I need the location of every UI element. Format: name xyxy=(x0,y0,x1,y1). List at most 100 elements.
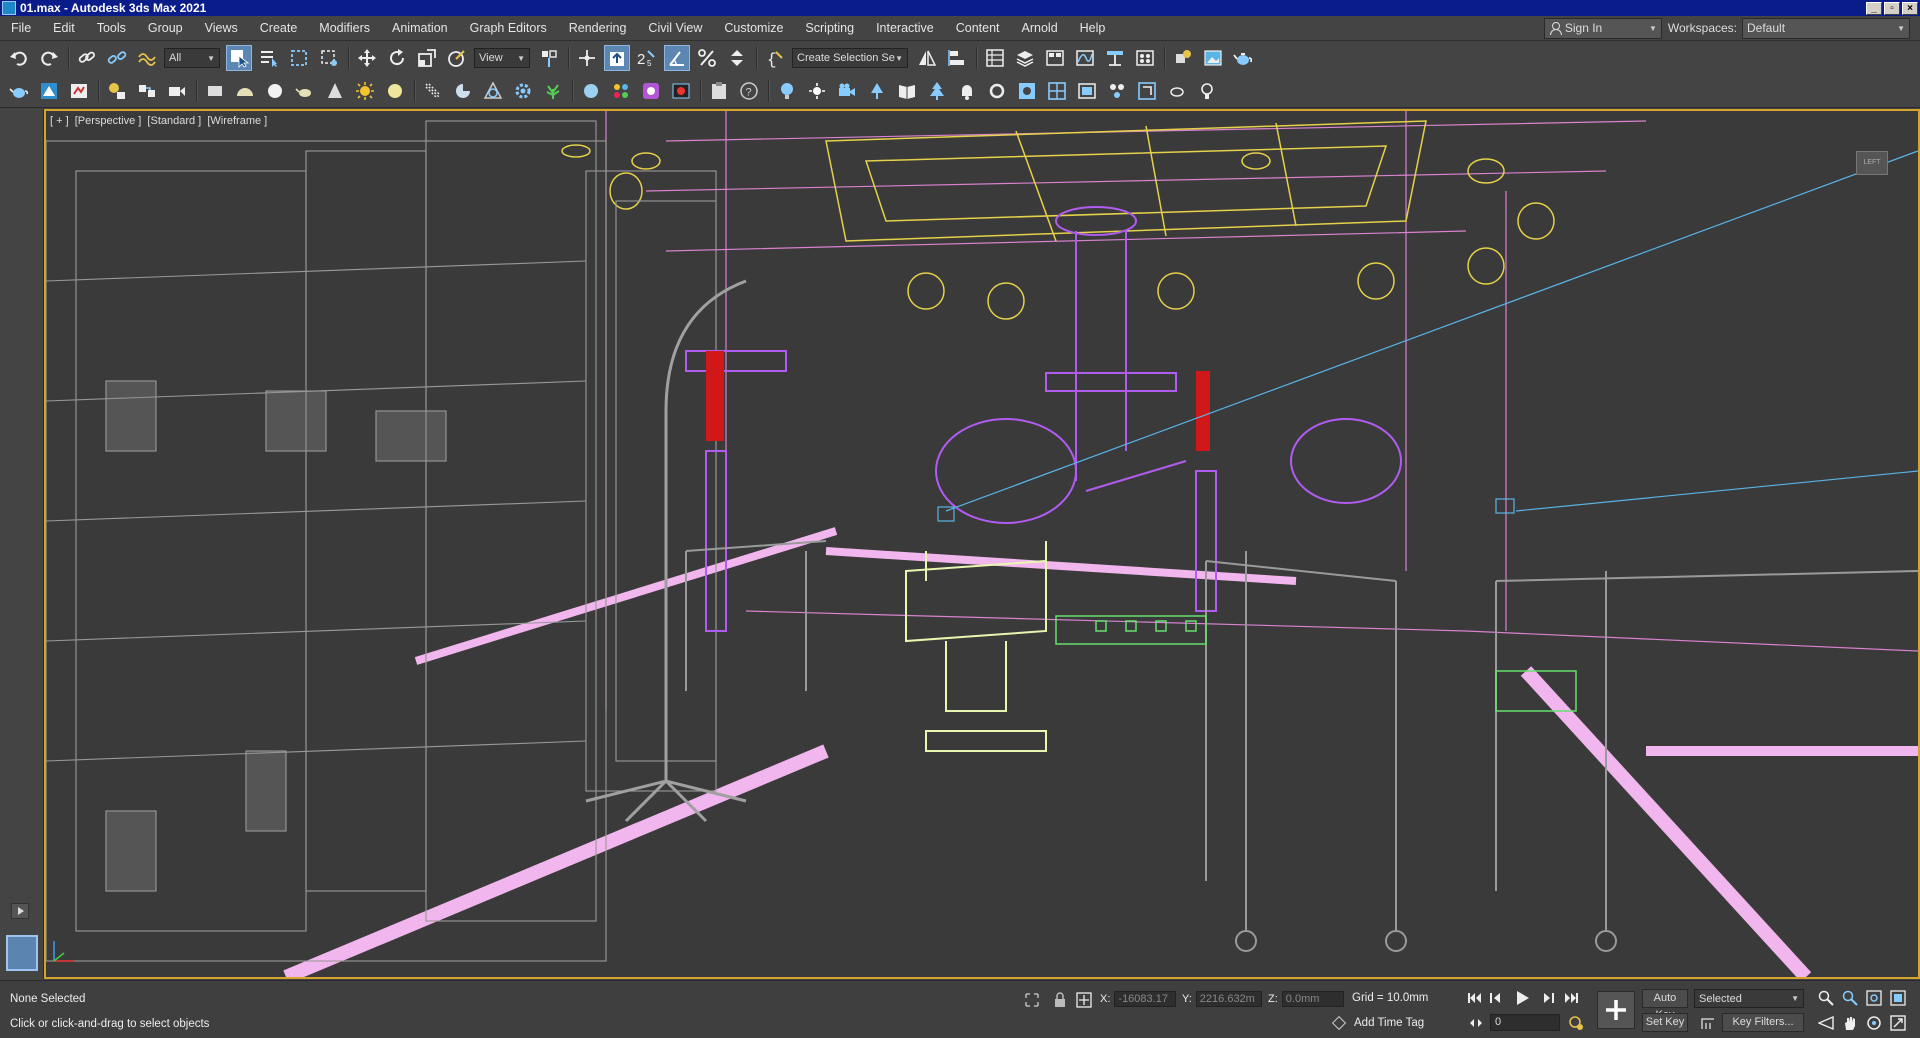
menu-rendering[interactable]: Rendering xyxy=(558,16,638,41)
menu-scripting[interactable]: Scripting xyxy=(794,16,865,41)
material-editor-button[interactable] xyxy=(1132,45,1158,71)
auto-key-button[interactable]: Auto Key xyxy=(1642,989,1688,1021)
tree-button[interactable] xyxy=(864,78,890,104)
viewport-display-label[interactable]: [Wireframe ] xyxy=(207,115,267,127)
selection-filter-dropdown[interactable]: All ▼ xyxy=(164,48,220,68)
align-button[interactable] xyxy=(944,45,970,71)
teapot-render-button[interactable] xyxy=(1164,78,1190,104)
box-primitive-button[interactable] xyxy=(202,78,228,104)
minimize-button[interactable]: _ xyxy=(1866,1,1882,15)
menu-modifiers[interactable]: Modifiers xyxy=(308,16,381,41)
key-mode-toggle[interactable] xyxy=(1468,1015,1484,1031)
material-slate-button[interactable] xyxy=(638,78,664,104)
sphere-primitive-button[interactable] xyxy=(262,78,288,104)
sky-portal-button[interactable] xyxy=(804,78,830,104)
scene-explorer-button[interactable] xyxy=(982,45,1008,71)
y-field[interactable]: 2216.632m xyxy=(1195,991,1262,1007)
pine-tree-button[interactable] xyxy=(924,78,950,104)
menu-content[interactable]: Content xyxy=(945,16,1011,41)
window-crossing-button[interactable] xyxy=(316,45,342,71)
schematic-view-button[interactable] xyxy=(1102,45,1128,71)
safe-frame-button[interactable] xyxy=(1044,78,1070,104)
next-frame-button[interactable] xyxy=(1539,990,1555,1006)
render-environment-button[interactable] xyxy=(36,78,62,104)
container-button[interactable] xyxy=(1134,78,1160,104)
z-field[interactable]: 0.0mm xyxy=(1281,991,1344,1007)
compound-object-button[interactable] xyxy=(480,78,506,104)
book-button[interactable] xyxy=(894,78,920,104)
move-button[interactable] xyxy=(354,45,380,71)
teapot-primitive-button[interactable] xyxy=(292,78,318,104)
close-button[interactable]: × xyxy=(1902,1,1918,15)
asset-tracking-button[interactable] xyxy=(706,78,732,104)
keyboard-shortcut-toggle[interactable] xyxy=(604,45,630,71)
render-production-button[interactable] xyxy=(1230,45,1256,71)
render-frame-button[interactable] xyxy=(668,78,694,104)
refresh-button[interactable] xyxy=(984,78,1010,104)
scale-button[interactable] xyxy=(414,45,440,71)
menu-create[interactable]: Create xyxy=(249,16,309,41)
isolate-selection-icon[interactable] xyxy=(1024,992,1040,1008)
field-of-view-button[interactable] xyxy=(1818,1015,1834,1031)
place-button[interactable] xyxy=(444,45,470,71)
play-button[interactable] xyxy=(1513,988,1533,1008)
link-button[interactable] xyxy=(74,45,100,71)
cloth-button[interactable] xyxy=(450,78,476,104)
image-viewer-button[interactable] xyxy=(1074,78,1100,104)
menu-customize[interactable]: Customize xyxy=(713,16,794,41)
menu-animation[interactable]: Animation xyxy=(381,16,459,41)
select-manipulate-button[interactable] xyxy=(574,45,600,71)
viewport-layout-button[interactable] xyxy=(1014,78,1040,104)
undo-button[interactable] xyxy=(6,45,32,71)
light-lister-button[interactable] xyxy=(104,78,130,104)
perspective-viewport[interactable]: [ + ] [Perspective ] [Standard ] [Wirefr… xyxy=(44,109,1920,979)
key-tangent-button[interactable] xyxy=(1700,1015,1716,1031)
pan-view-button[interactable] xyxy=(1842,1015,1858,1031)
maximize-viewport-button[interactable] xyxy=(1890,1015,1906,1031)
menu-edit[interactable]: Edit xyxy=(42,16,86,41)
angle-snap-button[interactable] xyxy=(664,45,690,71)
lock-icon[interactable] xyxy=(1052,992,1068,1008)
redo-button[interactable] xyxy=(36,45,62,71)
transform-mode-icon[interactable] xyxy=(1076,992,1092,1008)
current-frame-field[interactable]: 0 xyxy=(1490,1014,1560,1031)
render-effects-button[interactable] xyxy=(66,78,92,104)
menu-interactive[interactable]: Interactive xyxy=(865,16,945,41)
particle-system-button[interactable] xyxy=(420,78,446,104)
sun-light-button[interactable] xyxy=(352,78,378,104)
menu-help[interactable]: Help xyxy=(1069,16,1117,41)
menu-tools[interactable]: Tools xyxy=(86,16,137,41)
omni-light-button[interactable] xyxy=(774,78,800,104)
group-button[interactable] xyxy=(1104,78,1130,104)
previous-frame-button[interactable] xyxy=(1489,990,1505,1006)
set-key-big-button[interactable] xyxy=(1597,991,1635,1029)
menu-views[interactable]: Views xyxy=(194,16,249,41)
maximize-button[interactable]: ▫ xyxy=(1884,1,1900,15)
geosphere-button[interactable] xyxy=(578,78,604,104)
viewport-shading-label[interactable]: [Standard ] xyxy=(147,115,201,127)
video-post-button[interactable] xyxy=(834,78,860,104)
scene-converter-button[interactable] xyxy=(134,78,160,104)
percent-snap-button[interactable] xyxy=(694,45,720,71)
mass-fx-button[interactable] xyxy=(510,78,536,104)
toggle-ribbon-button[interactable] xyxy=(1042,45,1068,71)
rendered-frame-window-button[interactable] xyxy=(1200,45,1226,71)
named-selection-set-dropdown[interactable]: Create Selection Se ▼ xyxy=(792,48,908,68)
zoom-button[interactable] xyxy=(1818,990,1834,1006)
go-to-end-button[interactable] xyxy=(1563,990,1579,1006)
pivot-center-button[interactable] xyxy=(536,45,562,71)
teapot-create-button[interactable] xyxy=(6,78,32,104)
edit-named-selection-button[interactable]: { xyxy=(762,45,788,71)
snaps-toggle-button[interactable]: 25 xyxy=(634,45,660,71)
layer-explorer-button[interactable] xyxy=(1012,45,1038,71)
hemisphere-primitive-button[interactable] xyxy=(232,78,258,104)
cone-primitive-button[interactable] xyxy=(322,78,348,104)
viewport-menu-button[interactable]: [ + ] xyxy=(50,115,69,127)
spinner-snap-button[interactable] xyxy=(724,45,750,71)
bind-space-warp-button[interactable] xyxy=(134,45,160,71)
x-field[interactable]: -16083.17 xyxy=(1114,991,1177,1007)
time-configuration-button[interactable] xyxy=(1568,1015,1584,1031)
bell-button[interactable] xyxy=(954,78,980,104)
curve-editor-button[interactable] xyxy=(1072,45,1098,71)
zoom-extents-all-button[interactable] xyxy=(1890,990,1906,1006)
